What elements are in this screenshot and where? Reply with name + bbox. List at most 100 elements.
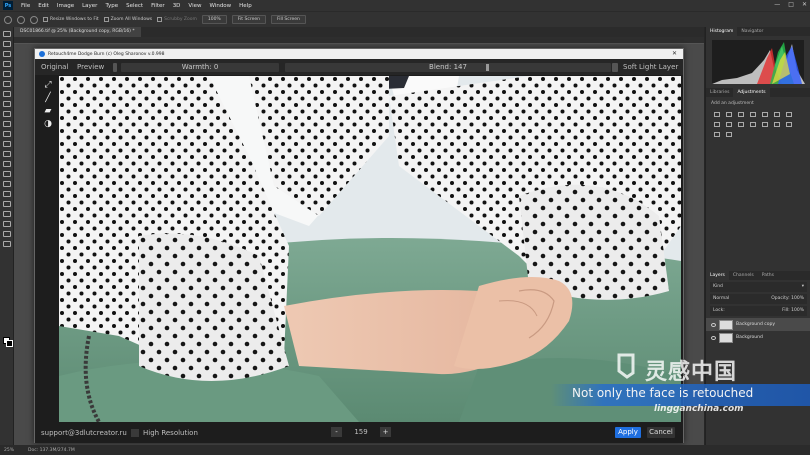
dodge-tool-icon[interactable] [2,171,11,177]
brush-icon[interactable]: ╱ [43,93,53,103]
layer-filter-kind[interactable]: Kind ▾ [710,282,807,292]
brightness-contrast-icon[interactable] [714,112,720,117]
adjustment-icons [706,110,810,139]
vibrance-icon[interactable] [762,112,768,117]
document-tab[interactable]: DSC01866.tif @ 25% (Background copy, RGB… [14,27,141,37]
menu-view[interactable]: View [184,3,205,9]
fit-view-icon[interactable]: ⤢ [43,80,53,90]
blend-mode-select[interactable]: Normal [713,296,729,302]
exposure-icon[interactable] [750,112,756,117]
preview-toggle[interactable]: Preview [77,63,104,71]
curves-icon[interactable] [738,112,744,117]
zoom-100-button[interactable]: 100% [201,15,227,24]
photo-filter-icon[interactable] [726,122,732,127]
resize-windows-checkbox[interactable]: Resize Windows to Fit [43,17,99,22]
shape-tool-icon[interactable] [2,211,11,217]
menu-edit[interactable]: Edit [34,3,53,9]
blur-tool-icon[interactable] [2,161,11,167]
visibility-eye-icon[interactable] [711,335,716,340]
layer-row[interactable]: Background copy [706,318,810,331]
zoom-tool-sidebar-icon[interactable] [2,231,11,237]
menu-help[interactable]: Help [235,3,256,9]
tab-adjustments[interactable]: Adjustments [733,88,770,97]
zoom-out-icon[interactable] [30,15,38,24]
menu-window[interactable]: Window [205,3,235,9]
menu-file[interactable]: File [17,3,34,9]
invert-icon[interactable] [762,122,768,127]
minimize-button[interactable]: — [774,1,780,8]
watermark-url: lingganchina.com [654,404,744,414]
support-email-link[interactable]: support@3dlutcreator.ru [41,429,127,437]
stepper-plus-button[interactable]: + [380,427,391,437]
apply-button[interactable]: Apply [615,427,641,438]
zoom-in-icon[interactable] [17,15,25,24]
dialog-side-tools: ⤢ ╱ ▰ ◑ [37,77,57,129]
soft-light-checkbox[interactable] [612,63,618,72]
background-color-swatch[interactable] [6,340,13,347]
menu-3d[interactable]: 3D [169,3,185,9]
menu-image[interactable]: Image [53,3,78,9]
threshold-icon[interactable] [786,122,792,127]
dialog-close-icon[interactable]: ✕ [672,50,677,57]
tab-layers[interactable]: Layers [706,271,729,280]
close-button[interactable]: ✕ [802,1,807,8]
path-select-tool-icon[interactable] [2,201,11,207]
menu-type[interactable]: Type [101,3,122,9]
eraser-tool-icon[interactable] [2,141,11,147]
stepper-minus-button[interactable]: - [331,427,342,437]
quick-select-tool-icon[interactable] [2,61,11,67]
levels-icon[interactable] [726,112,732,117]
channel-mixer-icon[interactable] [738,122,744,127]
original-toggle[interactable]: Original [41,63,68,71]
eyedropper-tool-icon[interactable] [2,91,11,97]
eraser-icon[interactable]: ▰ [43,106,53,116]
healing-tool-icon[interactable] [2,101,11,107]
brush-tool-icon[interactable] [2,111,11,117]
zoom-tool-icon[interactable] [4,15,12,24]
hue-saturation-icon[interactable] [774,112,780,117]
pen-tool-icon[interactable] [2,181,11,187]
contrast-icon[interactable]: ◑ [43,119,53,129]
selective-color-icon[interactable] [726,132,732,137]
tab-histogram[interactable]: Histogram [706,27,738,36]
menu-layer[interactable]: Layer [78,3,101,9]
menu-select[interactable]: Select [122,3,147,9]
zoom-all-checkbox[interactable]: Zoom All Windows [103,17,152,22]
type-tool-icon[interactable] [2,191,11,197]
edit-toolbar-icon[interactable] [2,241,11,247]
visibility-eye-icon[interactable] [711,322,716,327]
tab-paths[interactable]: Paths [758,271,778,280]
opacity-value[interactable]: 100% [791,296,804,301]
gradient-map-icon[interactable] [714,132,720,137]
cancel-button[interactable]: Cancel [647,427,675,438]
tab-channels[interactable]: Channels [729,271,758,280]
posterize-icon[interactable] [774,122,780,127]
tab-navigator[interactable]: Navigator [737,27,767,36]
hand-tool-icon[interactable] [2,221,11,227]
black-white-icon[interactable] [714,122,720,127]
move-tool-icon[interactable] [2,31,11,37]
tab-libraries[interactable]: Libraries [706,88,733,97]
crop-tool-icon[interactable] [2,71,11,77]
color-lookup-icon[interactable] [750,122,756,127]
maximize-button[interactable]: □ [788,1,794,8]
marquee-tool-icon[interactable] [2,41,11,47]
clone-stamp-tool-icon[interactable] [2,121,11,127]
preview-handle[interactable] [113,63,117,72]
fill-value[interactable]: 100% [791,308,804,313]
gradient-tool-icon[interactable] [2,151,11,157]
warmth-slider[interactable]: Warmth: 0 [121,63,279,72]
layer-row[interactable]: Background [706,331,810,344]
scrubby-zoom-checkbox[interactable]: Scrubby Zoom [157,17,197,22]
color-balance-icon[interactable] [786,112,792,117]
high-resolution-checkbox[interactable] [131,429,139,437]
history-brush-tool-icon[interactable] [2,131,11,137]
menu-filter[interactable]: Filter [147,3,169,9]
preview-image[interactable] [59,76,681,422]
frame-tool-icon[interactable] [2,81,11,87]
blend-slider[interactable]: Blend: 147 [285,63,611,72]
stepper-value[interactable]: 159 [346,428,376,436]
fit-screen-button[interactable]: Fit Screen [231,15,266,24]
lasso-tool-icon[interactable] [2,51,11,57]
fill-screen-button[interactable]: Fill Screen [270,15,306,24]
